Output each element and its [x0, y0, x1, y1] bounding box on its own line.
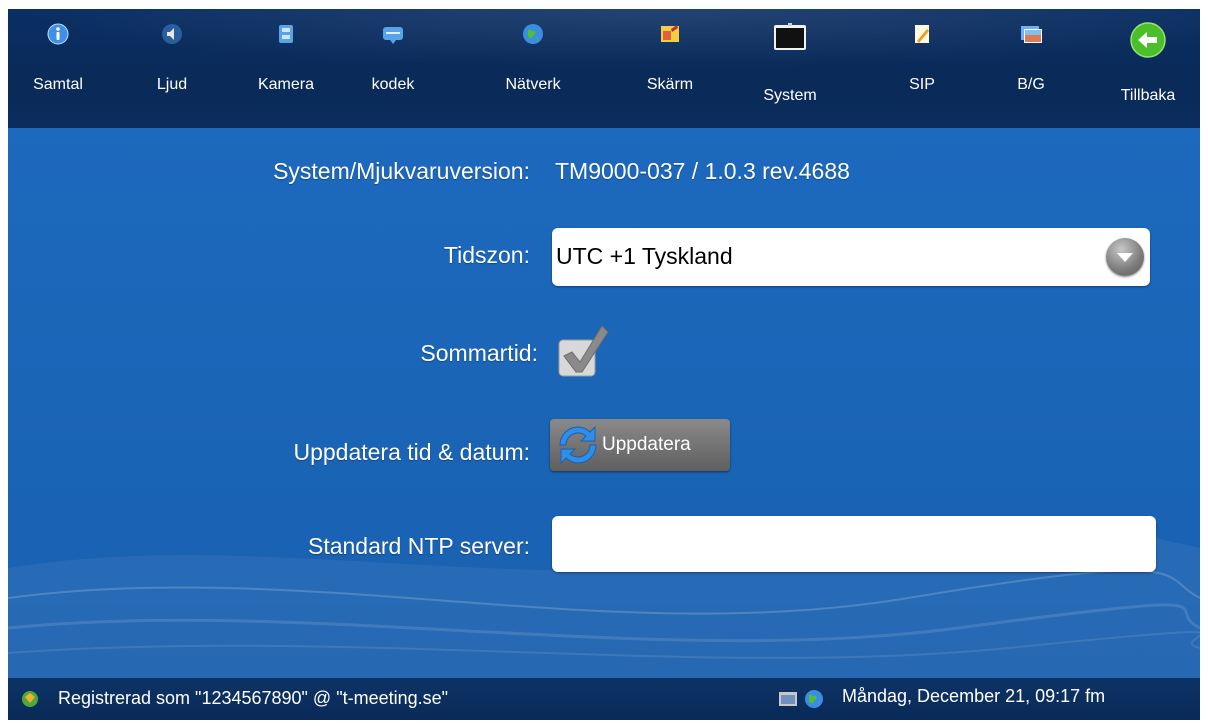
nav-item-tillbaka[interactable]: Tillbaka [1100, 9, 1196, 128]
monitor-icon [774, 23, 806, 50]
nav-label-samtal: Samtal [33, 76, 83, 93]
window-icon [779, 692, 797, 706]
display-icon [661, 25, 679, 42]
nav-item-natverk[interactable]: Nätverk [485, 9, 581, 128]
network-globe-icon [805, 690, 823, 708]
nav-item-ljud[interactable]: Ljud [124, 9, 220, 128]
update-button-label: Uppdatera [602, 434, 691, 455]
version-label: System/Mjukvaruversion: [273, 158, 530, 184]
update-time-label: Uppdatera tid & datum: [293, 439, 530, 465]
nav-label-kodek: kodek [371, 76, 415, 93]
ntp-label: Standard NTP server: [307, 533, 530, 559]
background-wave-decoration [8, 530, 1200, 678]
picture-icon [1021, 26, 1042, 43]
nav-label-tillbaka: Tillbaka [1120, 87, 1176, 104]
top-navigation-bar: Samtal Ljud Kamera kodek Nätverk Skärm S… [8, 9, 1200, 128]
film-icon [279, 25, 293, 43]
timezone-label: Tidszon: [443, 242, 530, 268]
nav-label-system: System [763, 87, 817, 104]
nav-label-skarm: Skärm [646, 76, 694, 93]
nav-item-kamera[interactable]: Kamera [238, 9, 334, 128]
registration-status-text: Registrerad som "1234567890" @ "t-meetin… [58, 688, 449, 708]
nav-item-bg[interactable]: B/G [983, 9, 1079, 128]
nav-item-sip[interactable]: SIP [874, 9, 970, 128]
checkmark-icon [558, 325, 609, 377]
chevron-down-icon [1117, 253, 1133, 262]
registration-status-icon [22, 691, 38, 707]
ntp-server-input[interactable] [552, 516, 1156, 572]
document-icon [915, 25, 929, 43]
nav-label-natverk: Nätverk [505, 76, 561, 93]
version-value: TM9000-037 / 1.0.3 rev.4688 [555, 158, 850, 184]
dst-checkbox[interactable] [556, 324, 612, 380]
nav-item-kodek[interactable]: kodek [345, 9, 441, 128]
back-arrow-icon [1130, 22, 1166, 58]
dropdown-chevron-icon[interactable] [1106, 238, 1144, 276]
nav-item-samtal[interactable]: Samtal [10, 9, 106, 128]
dst-label: Sommartid: [420, 340, 538, 366]
nav-item-system[interactable]: System [742, 9, 838, 128]
update-button[interactable]: Uppdatera [550, 419, 730, 471]
nav-label-ljud: Ljud [156, 76, 188, 93]
timezone-value: UTC +1 Tyskland [556, 243, 733, 269]
date-time-display: Måndag, December 21, 09:17 fm [842, 686, 1106, 706]
nav-label-kamera: Kamera [257, 76, 315, 93]
speaker-icon [162, 24, 182, 44]
system-settings-panel: System/Mjukvaruversion: TM9000-037 / 1.0… [8, 128, 1200, 678]
status-bar: Registrerad som "1234567890" @ "t-meetin… [8, 678, 1200, 720]
timezone-dropdown[interactable]: UTC +1 Tyskland [552, 228, 1150, 286]
globe-icon [523, 24, 543, 44]
refresh-icon [559, 425, 597, 465]
codec-icon [383, 27, 403, 44]
nav-label-bg: B/G [1017, 76, 1045, 93]
nav-item-skarm[interactable]: Skärm [622, 9, 718, 128]
app-screen: Samtal Ljud Kamera kodek Nätverk Skärm S… [8, 9, 1200, 720]
nav-label-sip: SIP [909, 76, 935, 93]
info-icon [47, 23, 69, 45]
